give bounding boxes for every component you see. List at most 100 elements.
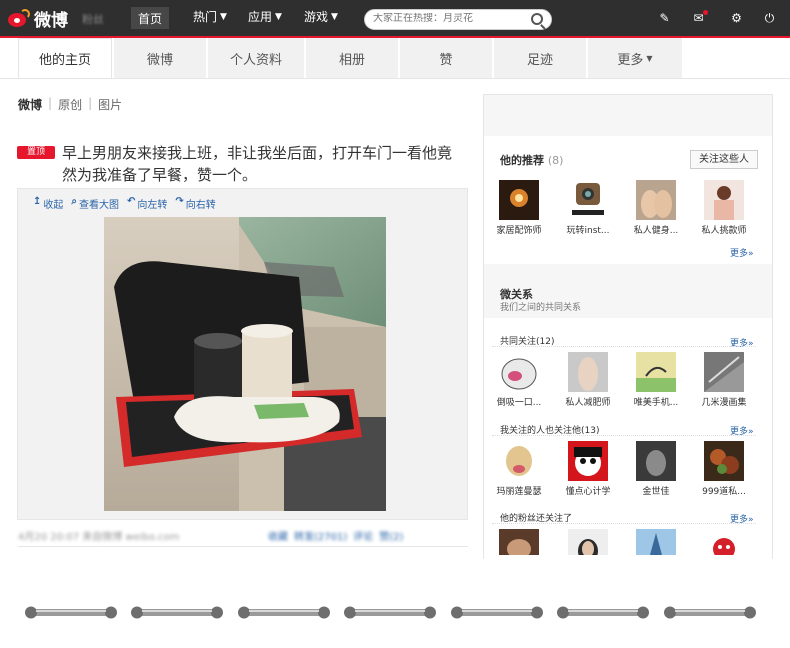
candle-avatar: [499, 180, 539, 220]
fan-avatar-image: [499, 529, 539, 555]
top-navigation-bar: 微博 粉丝 首页 热门▼ 应用▼ 游戏▼ ✎ ✉ ⚙ ⏻: [0, 0, 790, 36]
user-name: 玩转inst...: [566, 226, 610, 236]
post-actions: 收藏 转发(2701) 评论 赞(2): [268, 528, 403, 543]
filter-original[interactable]: 原创: [58, 96, 82, 113]
bead-link-icon: [25, 606, 117, 619]
tab-home[interactable]: 他的主页: [18, 38, 112, 78]
pinned-badge: 置顶: [17, 146, 55, 159]
user-card[interactable]: 玩转inst...: [559, 180, 617, 236]
user-card[interactable]: 私人健身...: [627, 180, 685, 236]
fan-avatar-image: [704, 529, 744, 555]
view-large-button[interactable]: ⌕ 查看大图: [71, 196, 119, 211]
fan-avatar[interactable]: [704, 529, 744, 555]
chevron-down-icon: ▼: [331, 11, 338, 22]
chevron-down-icon: ▼: [275, 11, 282, 22]
dog-avatar: [499, 441, 539, 481]
tab-more[interactable]: 更多 ▼: [588, 38, 682, 78]
user-card[interactable]: 家居配饰师: [490, 180, 548, 236]
user-name: 999道私...: [702, 487, 746, 497]
tab-more-label: 更多: [617, 52, 644, 68]
nav-apps[interactable]: 应用 ▼: [248, 8, 282, 25]
rotate-left-icon: ↶: [127, 196, 136, 207]
zoom-icon: ⌕: [71, 196, 77, 207]
tab-weibo[interactable]: 微博: [114, 38, 206, 78]
common-more-link[interactable]: 更多»: [730, 336, 754, 349]
rotate-right-button[interactable]: ↷ 向右转: [175, 196, 215, 211]
chevron-down-icon: ▼: [646, 53, 653, 63]
collapse-button[interactable]: ↥ 收起: [33, 196, 63, 211]
nav-games[interactable]: 游戏 ▼: [304, 8, 338, 25]
tab-likes[interactable]: 赞: [400, 38, 492, 78]
fitness-avatar-image: [636, 180, 676, 220]
instagram-avatar: [568, 180, 608, 220]
user-card[interactable]: 私人减肥师: [559, 352, 617, 408]
comic-avatar-image: [704, 352, 744, 392]
rotate-left-label: 向左转: [137, 200, 168, 211]
comment-button[interactable]: 评论: [353, 528, 373, 543]
tab-footprints[interactable]: 足迹: [494, 38, 586, 78]
feed-filters: 微博 | 原创 | 图片: [18, 96, 123, 113]
decorative-bead-strip: [24, 604, 764, 624]
fan-avatar[interactable]: [499, 529, 539, 555]
bead-link-icon: [451, 606, 543, 619]
bead-link-icon: [664, 606, 756, 619]
power-icon[interactable]: ⏻: [763, 12, 776, 24]
divider: [492, 523, 756, 524]
nav-games-label: 游戏: [304, 10, 329, 24]
nav-apps-label: 应用: [248, 10, 273, 24]
fan-avatar[interactable]: [568, 529, 608, 555]
user-card[interactable]: 懂点心计学: [559, 441, 617, 497]
logo-text: 微博: [34, 11, 68, 31]
filter-weibo[interactable]: 微博: [18, 96, 42, 113]
filter-images[interactable]: 图片: [98, 96, 122, 113]
bird-avatar-image: [636, 352, 676, 392]
nav-home[interactable]: 首页: [131, 7, 170, 29]
user-card[interactable]: 倒吸一口...: [490, 352, 548, 408]
fashion-avatar-image: [704, 180, 744, 220]
user-name: 金世佳: [642, 487, 670, 497]
user-card[interactable]: 金世佳: [627, 441, 685, 497]
user-name: 家居配饰师: [496, 226, 542, 236]
instagram-avatar-image: [568, 180, 608, 220]
user-card[interactable]: 唯美手机...: [627, 352, 685, 408]
divider: [492, 346, 756, 347]
favorite-button[interactable]: 收藏: [268, 528, 288, 543]
repost-button[interactable]: 转发(2701): [294, 528, 347, 543]
blurred-nav-item[interactable]: 粉丝: [82, 11, 104, 27]
notification-dot: [703, 10, 708, 15]
chevron-down-icon: ▼: [220, 11, 227, 22]
tab-profile[interactable]: 个人资料: [208, 38, 304, 78]
bead-link-icon: [557, 606, 649, 619]
feed-divider: [18, 546, 468, 547]
collapse-label: 收起: [43, 200, 64, 211]
profile-tabs: 他的主页 微博 个人资料 相册 赞 足迹 更多 ▼: [18, 38, 688, 78]
weibo-profile-page: 微博 粉丝 首页 热门▼ 应用▼ 游戏▼ ✎ ✉ ⚙ ⏻ 他的主页 微博 个人资…: [0, 0, 790, 648]
recommend-more-link[interactable]: 更多»: [730, 246, 754, 259]
gear-icon[interactable]: ⚙: [730, 12, 743, 24]
rotate-left-button[interactable]: ↶ 向左转: [127, 196, 167, 211]
user-name: 私人减肥师: [565, 398, 611, 408]
edit-icon[interactable]: ✎: [658, 12, 671, 24]
car-tray-photo[interactable]: [104, 217, 386, 511]
follow-all-button[interactable]: 关注这些人: [690, 150, 758, 169]
user-card[interactable]: 私人挑款师: [695, 180, 753, 236]
man-avatar-image: [636, 441, 676, 481]
user-card[interactable]: 玛丽莲曼瑟: [490, 441, 548, 497]
media-toolbar: ↥ 收起 ⌕ 查看大图 ↶ 向左转 ↷ 向右转: [33, 196, 216, 211]
user-card[interactable]: 几米漫画集: [695, 352, 753, 408]
dog-avatar-image: [499, 441, 539, 481]
tabs-divider: [0, 78, 790, 79]
like-button[interactable]: 赞(2): [379, 528, 403, 543]
search-input[interactable]: [373, 13, 523, 24]
tab-album[interactable]: 相册: [306, 38, 398, 78]
search-box[interactable]: [364, 9, 552, 30]
search-icon[interactable]: [531, 13, 543, 25]
fan-avatar[interactable]: [636, 529, 676, 555]
weibo-logo[interactable]: 微博: [6, 6, 68, 31]
bead-link-icon: [344, 606, 436, 619]
view-large-label: 查看大图: [79, 200, 119, 211]
nav-hot[interactable]: 热门 ▼: [193, 8, 227, 25]
user-card[interactable]: 999道私...: [695, 441, 753, 497]
body-avatar: [568, 352, 608, 392]
bead-link-icon: [238, 606, 330, 619]
